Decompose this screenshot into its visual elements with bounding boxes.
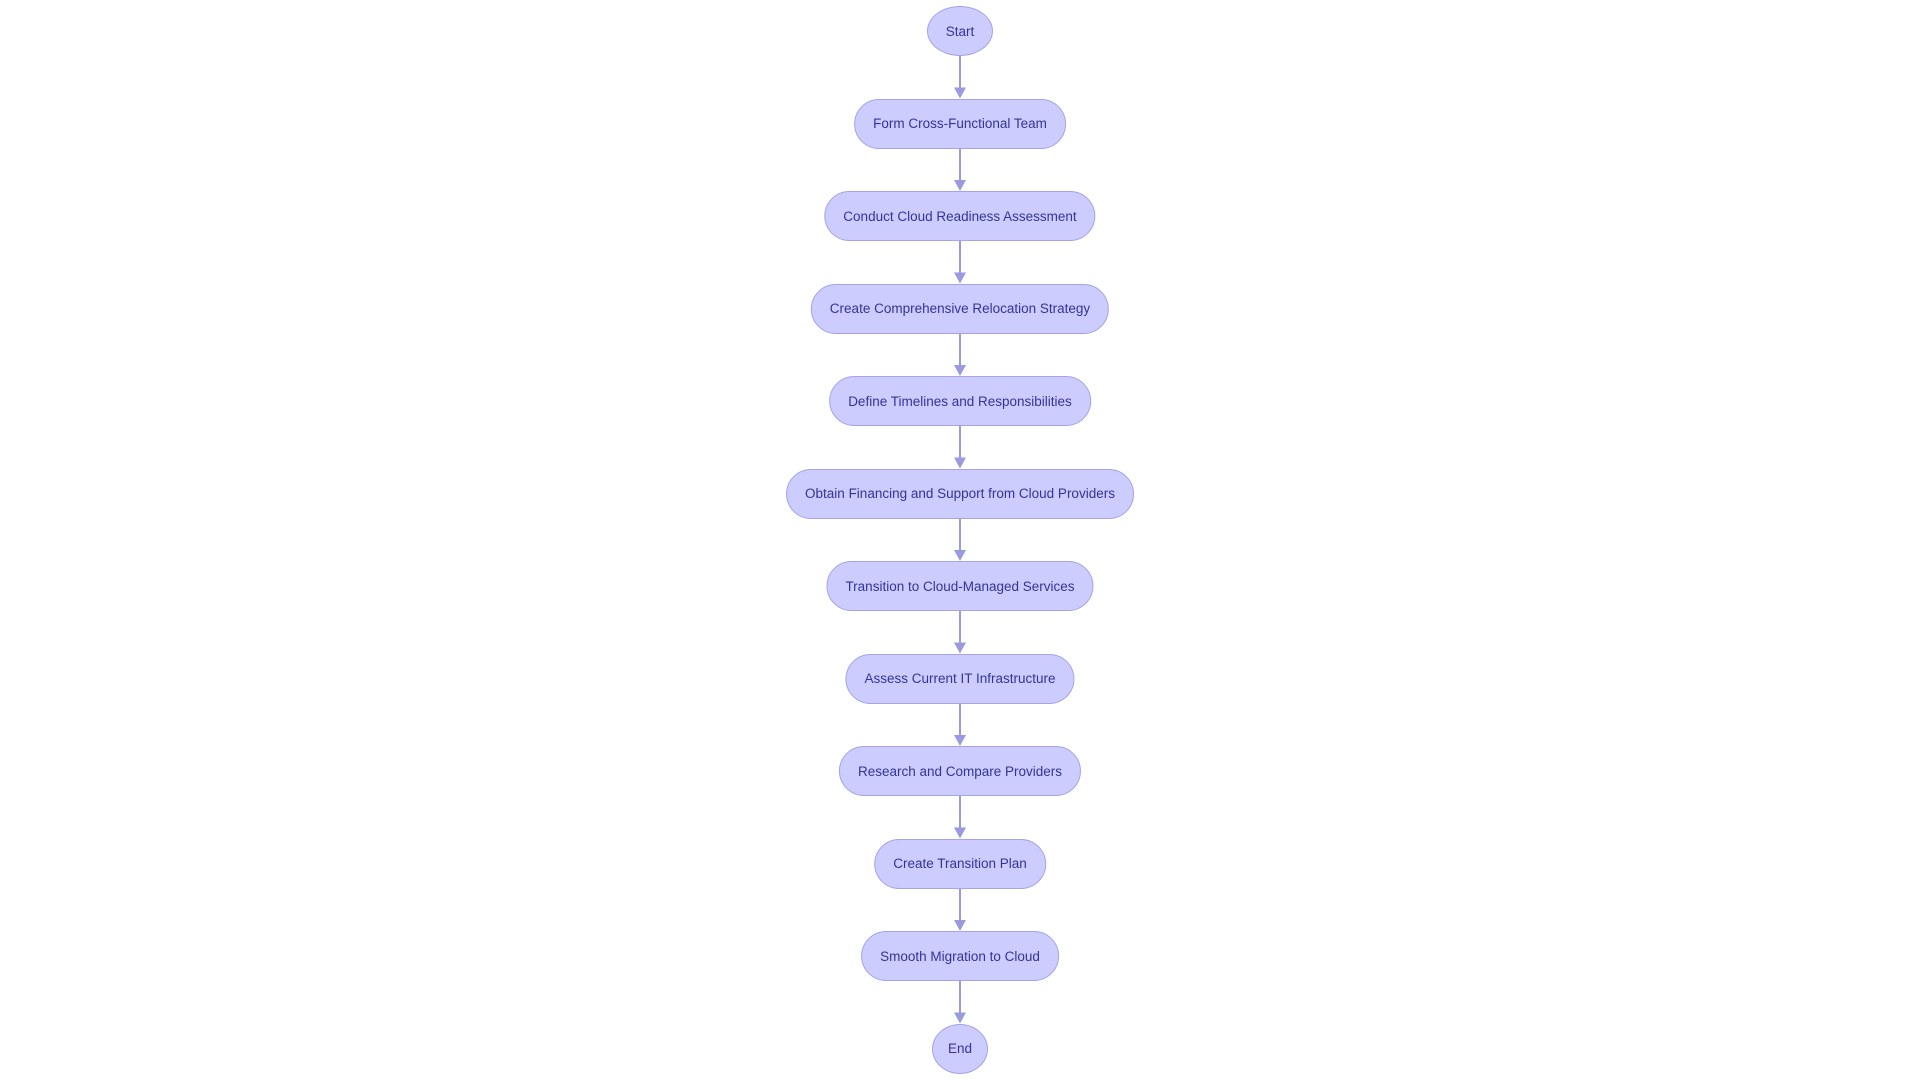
node-start: Start — [927, 6, 993, 56]
edges-layer — [954, 56, 966, 1024]
edge-timelines-to-financing — [954, 426, 966, 469]
node-timelines: Define Timelines and Responsibilities — [829, 376, 1091, 426]
flowchart: Start Form Cross-Functional Team Conduct C… — [0, 0, 1920, 1080]
arrowhead-icon — [954, 827, 966, 839]
edge-research-to-plan — [954, 796, 966, 839]
node-research: Research and Compare Providers — [838, 746, 1082, 796]
arrowhead-icon — [954, 87, 966, 99]
arrowhead-icon — [954, 642, 966, 654]
edge-assess_ready-to-strategy — [954, 241, 966, 284]
node-migration: Smooth Migration to Cloud — [861, 931, 1059, 981]
node-team: Form Cross-Functional Team — [854, 98, 1066, 149]
edge-team-to-assess_ready — [954, 148, 966, 191]
node-strategy: Create Comprehensive Relocation Strategy — [810, 283, 1110, 334]
node-assess-ready: Conduct Cloud Readiness Assessment — [824, 191, 1096, 241]
arrowhead-icon — [954, 365, 966, 376]
edge-strategy-to-timelines — [954, 333, 966, 376]
arrowhead-icon — [954, 272, 966, 284]
edge-migration-to-end — [954, 981, 966, 1024]
node-end: End — [932, 1023, 988, 1074]
arrowhead-icon — [954, 180, 966, 191]
node-transition: Transition to Cloud-Managed Services — [826, 561, 1094, 611]
edge-financing-to-transition — [954, 518, 966, 561]
arrowhead-icon — [954, 920, 966, 931]
edge-start-to-team — [954, 56, 966, 99]
arrowhead-icon — [954, 1012, 966, 1024]
edge-plan-to-migration — [954, 888, 966, 931]
edge-assess_it-to-research — [954, 703, 966, 746]
arrowhead-icon — [954, 735, 966, 746]
arrowhead-icon — [954, 457, 966, 469]
node-assess-it: Assess Current IT Infrastructure — [845, 653, 1075, 704]
node-plan: Create Transition Plan — [874, 838, 1046, 889]
arrowhead-icon — [954, 550, 966, 561]
node-financing: Obtain Financing and Support from Cloud … — [786, 468, 1134, 519]
edge-transition-to-assess_it — [954, 611, 966, 654]
